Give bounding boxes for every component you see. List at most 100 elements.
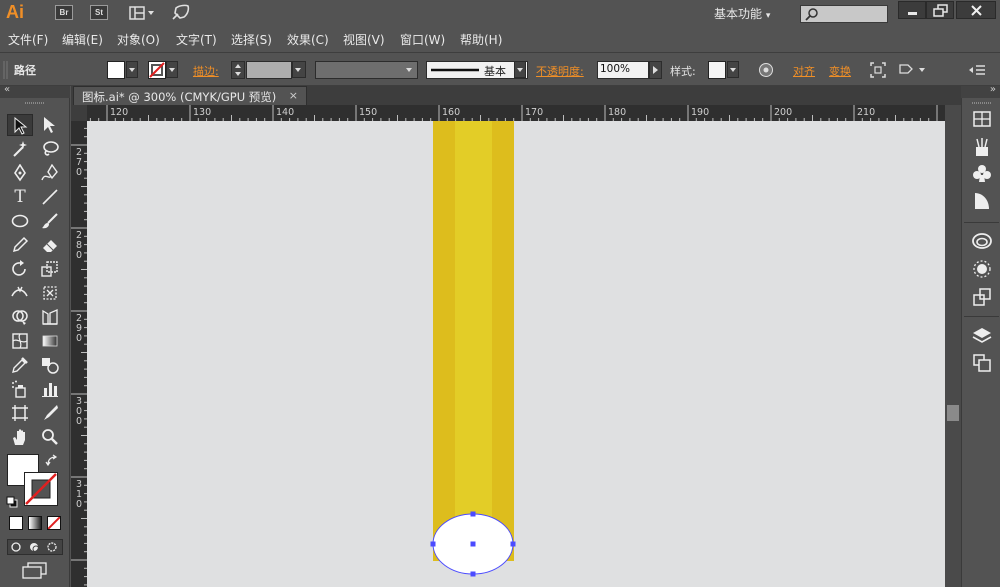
isolate-object-icon[interactable]: [870, 62, 886, 78]
pencil-tool[interactable]: [7, 234, 33, 256]
transform-panel-button[interactable]: [971, 286, 993, 308]
layers-panel-button[interactable]: [971, 325, 993, 347]
stroke-weight-dropdown[interactable]: [292, 61, 306, 78]
toolbox-collapse-bar[interactable]: «: [0, 84, 70, 98]
paintbrush-tool[interactable]: [37, 210, 63, 232]
dock-grip-icon[interactable]: [972, 101, 992, 106]
pencil-body-left-stripe[interactable]: [433, 121, 455, 561]
menu-file[interactable]: 文件(F): [8, 31, 48, 48]
menu-help[interactable]: 帮助(H): [460, 31, 502, 48]
puppet-warp-icon[interactable]: [898, 62, 928, 78]
menu-object[interactable]: 对象(O): [117, 31, 160, 48]
swap-fill-stroke-icon[interactable]: [45, 454, 59, 468]
panel-menu-icon[interactable]: [968, 62, 986, 78]
graphic-styles-panel-button[interactable]: [971, 190, 993, 212]
column-graph-tool[interactable]: [37, 378, 63, 400]
anchor-point-bottom[interactable]: [470, 571, 476, 577]
stroke-weight-input[interactable]: [246, 61, 292, 79]
close-window-button[interactable]: [956, 1, 996, 19]
horizontal-ruler[interactable]: 120 130 140 150 160 170 180 190 200 210: [87, 105, 945, 121]
artboard-canvas[interactable]: [87, 121, 945, 587]
eyedropper-tool[interactable]: [7, 354, 33, 376]
swatches-panel-button[interactable]: [971, 108, 993, 130]
stroke-swatch[interactable]: [148, 61, 166, 79]
brush-dropdown[interactable]: [514, 61, 526, 78]
ellipse-tool[interactable]: [7, 210, 33, 232]
pencil-body-right-stripe[interactable]: [492, 121, 514, 561]
menu-effect[interactable]: 效果(C): [287, 31, 329, 48]
panel-grip-icon[interactable]: [3, 59, 9, 81]
help-search-input[interactable]: [800, 5, 888, 23]
curvature-tool[interactable]: [37, 162, 63, 184]
slice-tool[interactable]: [37, 402, 63, 424]
scale-tool[interactable]: [37, 258, 63, 280]
brushes-panel-button[interactable]: [971, 136, 993, 158]
variable-width-profile[interactable]: [315, 61, 418, 79]
fill-dropdown[interactable]: [126, 61, 138, 78]
transform-panel-link[interactable]: 变换: [829, 63, 851, 79]
anchor-point-left[interactable]: [430, 541, 436, 547]
brush-definition-field[interactable]: 基本: [426, 61, 528, 79]
ruler-origin-corner[interactable]: [71, 105, 87, 121]
appearance-panel-button[interactable]: [971, 258, 993, 280]
type-tool[interactable]: T: [7, 186, 33, 208]
graphic-style-dropdown[interactable]: [727, 61, 739, 78]
gpu-performance-button[interactable]: [170, 4, 190, 22]
none-mode-button[interactable]: [47, 516, 61, 530]
symbols-panel-button[interactable]: [971, 163, 993, 185]
magic-wand-tool[interactable]: [7, 138, 33, 160]
gradient-tool[interactable]: [37, 330, 63, 352]
selection-tool[interactable]: [7, 114, 33, 136]
ellipse-center-point[interactable]: [470, 541, 476, 547]
menu-view[interactable]: 视图(V): [343, 31, 385, 48]
libraries-panel-button[interactable]: [971, 230, 993, 252]
stroke-dropdown[interactable]: [166, 61, 178, 78]
restore-button[interactable]: [926, 1, 954, 19]
opacity-slider-button[interactable]: [649, 61, 662, 79]
bridge-button[interactable]: Br: [55, 5, 73, 20]
recolor-artwork-icon[interactable]: [758, 62, 774, 78]
vertical-scrollbar[interactable]: [945, 105, 961, 587]
menu-window[interactable]: 窗口(W): [400, 31, 445, 48]
graphic-style-swatch[interactable]: [708, 61, 726, 79]
gradient-mode-button[interactable]: [28, 516, 42, 530]
screen-mode-icon[interactable]: [22, 562, 48, 580]
default-colors-icon[interactable]: [6, 496, 18, 508]
pen-tool[interactable]: [7, 162, 33, 184]
artboards-panel-button[interactable]: [971, 352, 993, 374]
free-transform-tool[interactable]: [37, 282, 63, 304]
stroke-color-proxy[interactable]: [24, 472, 58, 506]
anchor-point-right[interactable]: [510, 541, 516, 547]
vertical-scrollbar-thumb[interactable]: [947, 405, 959, 421]
document-tab[interactable]: 图标.ai* @ 300% (CMYK/GPU 预览) ×: [73, 86, 307, 105]
menu-edit[interactable]: 编辑(E): [62, 31, 103, 48]
close-tab-button[interactable]: ×: [289, 89, 298, 102]
vertical-ruler[interactable]: 2 7 0 2 8 0 2 9 0 3 0 0 3 1 0: [71, 121, 87, 587]
stroke-weight-stepper[interactable]: [231, 61, 245, 79]
blend-tool[interactable]: [37, 354, 63, 376]
workspace-switcher[interactable]: 基本功能 ▾: [714, 5, 770, 22]
lasso-tool[interactable]: [37, 138, 63, 160]
menu-type[interactable]: 文字(T): [176, 31, 217, 48]
shape-builder-tool[interactable]: [7, 306, 33, 328]
mesh-tool[interactable]: [7, 330, 33, 352]
minimize-button[interactable]: [898, 1, 926, 19]
artboard-tool[interactable]: [7, 402, 33, 424]
color-mode-button[interactable]: [9, 516, 23, 530]
line-segment-tool[interactable]: [37, 186, 63, 208]
anchor-point-top[interactable]: [470, 511, 476, 517]
panel-dock-collapse-bar[interactable]: »: [961, 84, 1000, 98]
rotate-tool[interactable]: [7, 258, 33, 280]
opacity-input[interactable]: 100%: [597, 61, 649, 79]
symbol-sprayer-tool[interactable]: [7, 378, 33, 400]
fill-swatch[interactable]: [107, 61, 125, 79]
menu-select[interactable]: 选择(S): [231, 31, 272, 48]
zoom-tool[interactable]: [37, 426, 63, 448]
stock-button[interactable]: St: [90, 5, 108, 20]
toolbox-grip-icon[interactable]: [25, 101, 45, 106]
eraser-tool[interactable]: [37, 234, 63, 256]
pencil-body-middle-stripe[interactable]: [455, 121, 492, 561]
opacity-panel-link[interactable]: 不透明度:: [536, 63, 584, 79]
hand-tool[interactable]: [7, 426, 33, 448]
width-tool[interactable]: [7, 282, 33, 304]
